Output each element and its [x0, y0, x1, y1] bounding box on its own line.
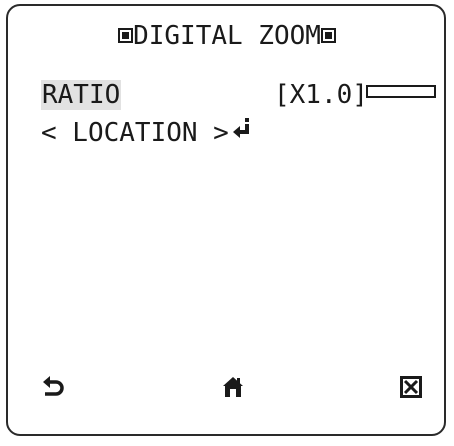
ratio-value[interactable]: [X1.0] — [274, 80, 368, 110]
ratio-level-bar[interactable] — [366, 85, 436, 98]
menu-title-text: DIGITAL ZOOM — [133, 21, 321, 51]
title-left-marker-icon — [118, 28, 134, 43]
title-right-marker-icon — [320, 28, 336, 43]
menu-title: DIGITAL ZOOM — [0, 21, 454, 51]
ratio-label[interactable]: RATIO — [41, 80, 122, 110]
enter-icon[interactable] — [232, 117, 252, 139]
osd-menu-frame — [6, 4, 446, 436]
close-icon[interactable] — [400, 376, 422, 398]
location-item[interactable]: < LOCATION > — [41, 118, 229, 148]
home-icon[interactable] — [222, 376, 244, 398]
back-icon[interactable] — [42, 376, 64, 398]
